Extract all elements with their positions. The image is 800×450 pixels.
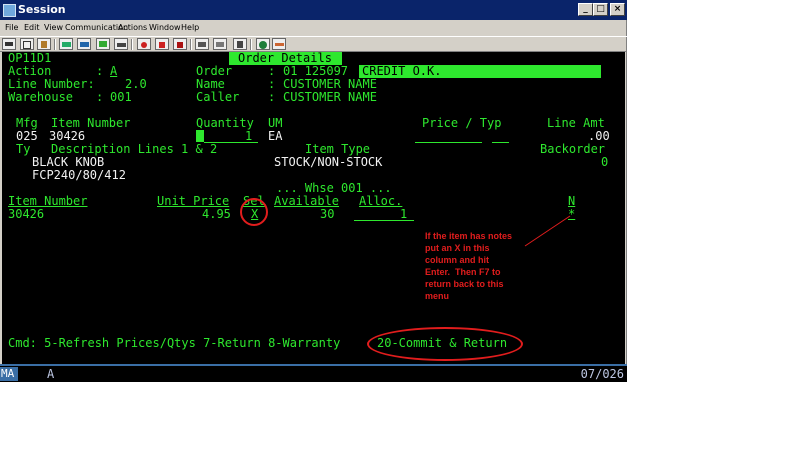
send-icon[interactable] [59, 38, 73, 50]
menu-file[interactable]: File [5, 23, 18, 32]
action-colon: : [96, 64, 104, 78]
print-screen-icon[interactable] [2, 38, 16, 50]
session-app-icon [3, 4, 16, 17]
status-mode: MA [0, 367, 18, 381]
backorder-header: Backorder [540, 142, 606, 156]
terminal-screen[interactable]: OP11D1 Order Details Action : A Order : … [2, 52, 625, 364]
macro-play-icon[interactable] [155, 38, 169, 50]
title-bar[interactable]: Session _ □ × [0, 0, 627, 20]
settings-icon[interactable] [195, 38, 209, 50]
grid-alloc-header: Alloc. [359, 194, 403, 208]
sel-highlight-circle [240, 198, 268, 226]
price-type-field[interactable] [492, 142, 509, 143]
keyboard-icon[interactable] [114, 38, 128, 50]
globe-icon[interactable] [256, 38, 270, 50]
price-field[interactable] [415, 142, 482, 143]
warehouse-colon: : [96, 90, 104, 104]
receive-icon[interactable] [77, 38, 91, 50]
item-type-value: STOCK/NON-STOCK [274, 155, 383, 169]
minimize-button[interactable]: _ [578, 3, 593, 16]
cmd-key-line: Cmd: 5-Refresh Prices/Qtys 7-Return 8-Wa… [8, 336, 341, 350]
annotation-arrow-line [524, 215, 571, 247]
credit-status: CREDIT O.K. [359, 65, 601, 78]
notes-instruction-text: If the item has notes put an X in this c… [425, 231, 513, 301]
action-field[interactable]: A [110, 65, 117, 78]
paste-icon[interactable] [37, 38, 51, 50]
macro-record-icon[interactable] [137, 38, 151, 50]
description-line-2: FCP240/80/412 [32, 168, 126, 182]
menu-edit[interactable]: Edit [24, 23, 40, 32]
clipboard-icon[interactable] [233, 38, 247, 50]
text-cursor [196, 130, 204, 142]
caller-colon: : [268, 90, 276, 104]
menu-bar: File Edit View Communication Actions Win… [0, 20, 627, 36]
menu-view[interactable]: View [44, 23, 63, 32]
status-indicator: A [47, 367, 55, 381]
display-icon[interactable] [96, 38, 110, 50]
transfer-icon[interactable] [213, 38, 227, 50]
menu-help[interactable]: Help [181, 23, 199, 32]
um-value: EA [268, 129, 283, 143]
grid-row-unit-price: 4.95 [202, 207, 231, 221]
menu-actions[interactable]: Actions [118, 23, 147, 32]
maximize-button[interactable]: □ [593, 3, 608, 16]
commit-highlight-oval [367, 327, 523, 361]
warehouse-value: 001 [110, 90, 132, 104]
price-typ-header: Price / Typ [422, 116, 502, 130]
caller-label: Caller [196, 90, 240, 104]
toolbar [0, 36, 627, 52]
window-title: Session [18, 3, 66, 16]
macro-stop-icon[interactable] [173, 38, 187, 50]
backorder-value: 0 [601, 155, 609, 169]
menu-window[interactable]: Window [149, 23, 181, 32]
edit-pencil-icon[interactable] [272, 38, 286, 50]
caller-name: CUSTOMER NAME [283, 90, 377, 104]
cursor-position: 07/026 [580, 367, 624, 381]
grid-row-item-number: 30426 [8, 207, 45, 221]
warehouse-label: Warehouse [8, 90, 74, 104]
close-button[interactable]: × [610, 3, 625, 16]
status-bar: MA A 07/026 [0, 364, 627, 382]
emulator-window: Session _ □ × File Edit View Communicati… [0, 0, 627, 382]
grid-row-available: 30 [320, 207, 335, 221]
ty-header: Ty [16, 142, 31, 156]
copy-icon[interactable] [20, 38, 34, 50]
alloc-field-underline [354, 220, 414, 221]
